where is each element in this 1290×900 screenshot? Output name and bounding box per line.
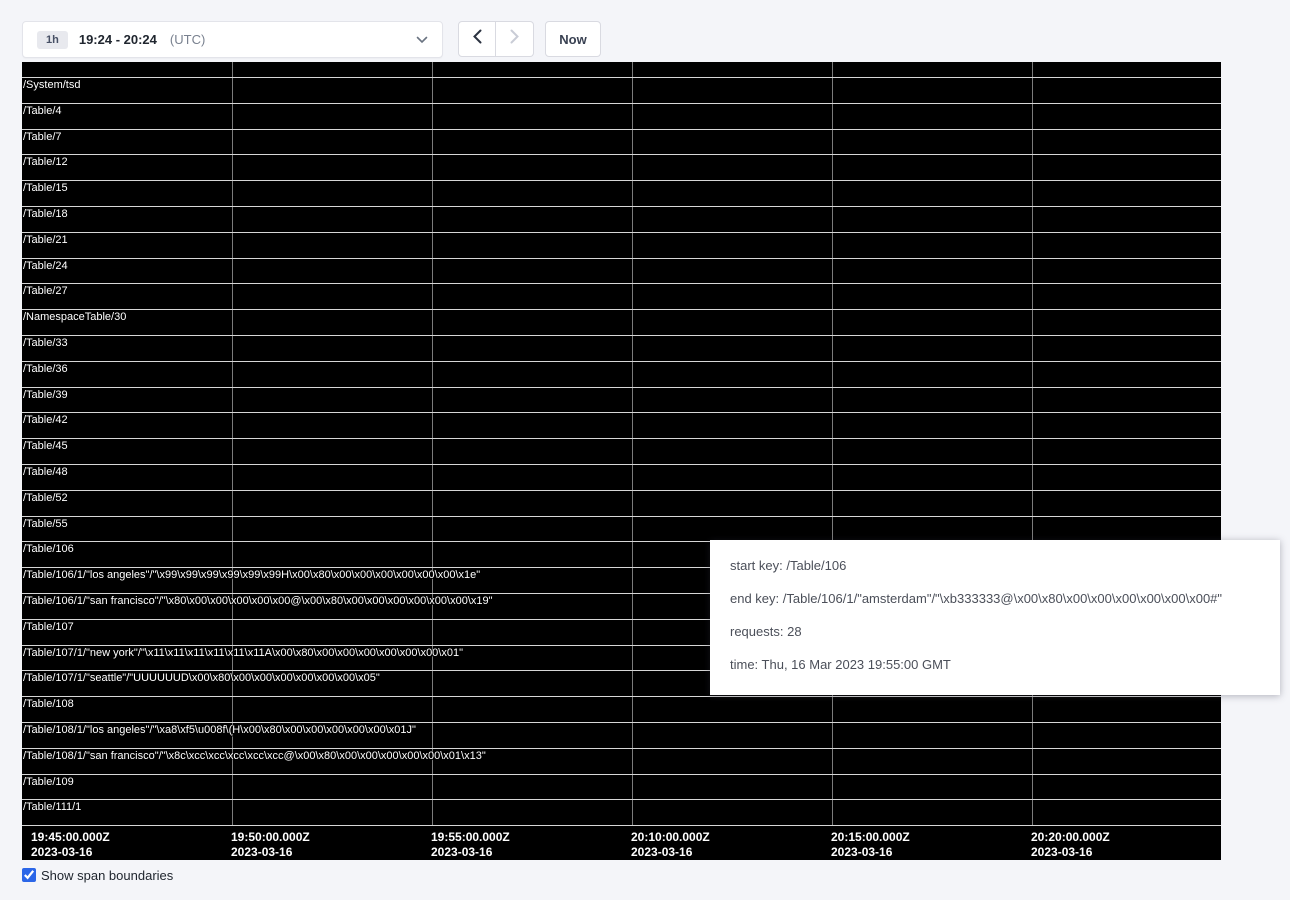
span-row-label: /System/tsd (23, 79, 80, 91)
span-row-label: /Table/107/1/"seattle"/"UUUUUUD\x00\x80\… (23, 672, 380, 684)
span-row[interactable]: /Table/18 (22, 206, 1221, 232)
span-row-label: /Table/18 (23, 208, 68, 220)
show-span-boundaries-checkbox[interactable] (22, 868, 36, 882)
show-span-boundaries-label: Show span boundaries (41, 866, 173, 885)
span-row[interactable]: /Table/33 (22, 335, 1221, 361)
chevron-down-icon (416, 36, 428, 44)
x-axis-tick: 20:10:00.000Z2023-03-16 (631, 830, 710, 860)
toolbar: 1h 19:24 - 20:24 (UTC) Now (22, 21, 601, 58)
span-row-label: /NamespaceTable/30 (23, 311, 126, 323)
span-row-label: /Table/39 (23, 389, 68, 401)
x-axis: 19:45:00.000Z2023-03-16 19:50:00.000Z2023… (22, 830, 1221, 860)
time-back-button[interactable] (458, 21, 496, 57)
span-row[interactable]: /Table/108/1/"los angeles"/"\xa8\xf5\u00… (22, 722, 1221, 748)
span-row-label: /Table/12 (23, 156, 68, 168)
x-axis-tick: 19:55:00.000Z2023-03-16 (431, 830, 510, 860)
time-forward-button[interactable] (496, 21, 534, 57)
chevron-right-icon (510, 29, 520, 49)
span-row[interactable]: /System/tsd (22, 77, 1221, 103)
span-row[interactable]: /Table/108/1/"san francisco"/"\x8c\xcc\x… (22, 748, 1221, 774)
span-row-label: /Table/36 (23, 363, 68, 375)
tooltip-start-key: start key: /Table/106 (730, 558, 1260, 574)
span-row[interactable]: /Table/21 (22, 232, 1221, 258)
time-nav-group (458, 21, 534, 57)
span-row[interactable]: /Table/39 (22, 387, 1221, 413)
span-row-label: /Table/45 (23, 440, 68, 452)
span-row-label: /Table/27 (23, 285, 68, 297)
span-row-label: /Table/33 (23, 337, 68, 349)
span-row[interactable]: /Table/7 (22, 129, 1221, 155)
x-axis-tick: 20:15:00.000Z2023-03-16 (831, 830, 910, 860)
key-visualizer-canvas[interactable]: /System/tsd/Table/4/Table/7/Table/12/Tab… (22, 62, 1221, 860)
span-row-label: /Table/106 (23, 543, 74, 555)
span-row[interactable]: /Table/52 (22, 490, 1221, 516)
span-row[interactable]: /Table/4 (22, 103, 1221, 129)
span-row-label: /Table/48 (23, 466, 68, 478)
span-row[interactable]: /Table/48 (22, 464, 1221, 490)
tooltip-end-key: end key: /Table/106/1/"amsterdam"/"\xb33… (730, 591, 1260, 607)
span-row-label: /Table/42 (23, 414, 68, 426)
now-button[interactable]: Now (545, 21, 601, 57)
span-rows: /System/tsd/Table/4/Table/7/Table/12/Tab… (22, 77, 1221, 826)
span-row-label: /Table/21 (23, 234, 68, 246)
span-row-label: /Table/108 (23, 698, 74, 710)
footer: Show span boundaries (22, 866, 173, 885)
span-row-label: /Table/107/1/"new york"/"\x11\x11\x11\x1… (23, 647, 463, 659)
span-row[interactable]: /Table/12 (22, 154, 1221, 180)
span-row-label: /Table/107 (23, 621, 74, 633)
span-row[interactable]: /Table/111/1 (22, 799, 1221, 825)
span-row-label: /Table/55 (23, 518, 68, 530)
span-row-label: /Table/52 (23, 492, 68, 504)
span-row-label: /Table/106/1/"san francisco"/"\x80\x00\x… (23, 595, 493, 607)
span-row[interactable]: /Table/42 (22, 412, 1221, 438)
span-row[interactable]: /Table/55 (22, 516, 1221, 542)
span-row-label: /Table/106/1/"los angeles"/"\x99\x99\x99… (23, 569, 480, 581)
span-row[interactable]: /Table/27 (22, 283, 1221, 309)
span-row[interactable]: /Table/15 (22, 180, 1221, 206)
span-row-label: /Table/108/1/"los angeles"/"\xa8\xf5\u00… (23, 724, 416, 736)
x-axis-tick: 19:45:00.000Z2023-03-16 (31, 830, 110, 860)
span-row[interactable]: /Table/24 (22, 258, 1221, 284)
span-row-label: /Table/111/1 (23, 801, 81, 813)
chevron-left-icon (472, 29, 482, 49)
span-row[interactable]: /NamespaceTable/30 (22, 309, 1221, 335)
span-row-label: /Table/7 (23, 131, 62, 143)
x-axis-tick: 20:20:00.000Z2023-03-16 (1031, 830, 1110, 860)
time-preset-badge: 1h (37, 31, 68, 49)
span-row[interactable]: /Table/36 (22, 361, 1221, 387)
time-range-selector[interactable]: 1h 19:24 - 20:24 (UTC) (22, 21, 443, 58)
tooltip-requests: requests: 28 (730, 624, 1260, 640)
span-row-label: /Table/15 (23, 182, 68, 194)
span-row-label: /Table/24 (23, 260, 68, 272)
span-row-label: /Table/108/1/"san francisco"/"\x8c\xcc\x… (23, 750, 486, 762)
span-row[interactable]: /Table/45 (22, 438, 1221, 464)
span-tooltip: start key: /Table/106 end key: /Table/10… (710, 540, 1280, 695)
span-row-label: /Table/109 (23, 776, 74, 788)
span-row-label: /Table/4 (23, 105, 62, 117)
time-range-label: 19:24 - 20:24 (79, 32, 157, 47)
span-row[interactable]: /Table/109 (22, 774, 1221, 800)
span-row[interactable]: /Table/108 (22, 696, 1221, 722)
timezone-label: (UTC) (170, 32, 205, 47)
tooltip-time: time: Thu, 16 Mar 2023 19:55:00 GMT (730, 657, 1260, 673)
x-axis-tick: 19:50:00.000Z2023-03-16 (231, 830, 310, 860)
